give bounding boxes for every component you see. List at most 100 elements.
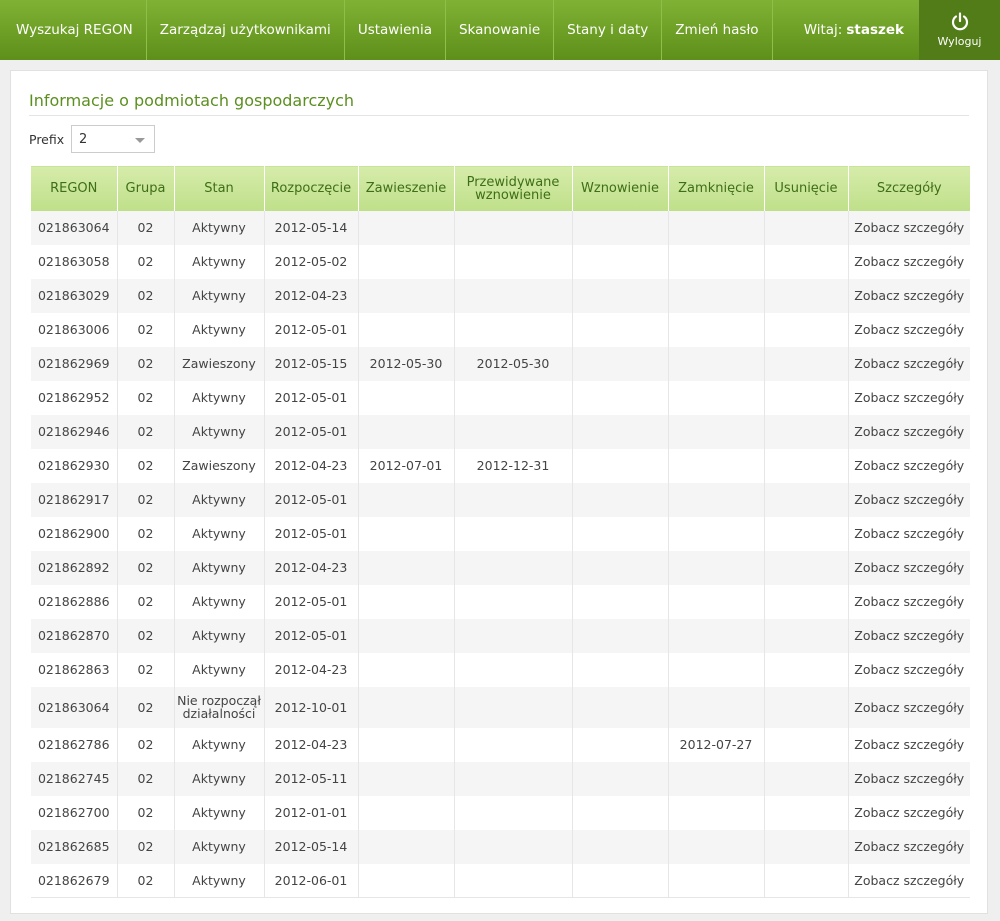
nav-item-zarzadzaj-uzytkownikami[interactable]: Zarządzaj użytkownikami bbox=[147, 0, 345, 60]
cell-zawieszenie bbox=[358, 278, 455, 313]
cell-stan: Aktywny bbox=[174, 414, 265, 449]
prefix-label: Prefix bbox=[29, 132, 65, 147]
cell-zamkniecie bbox=[668, 863, 765, 898]
logout-button[interactable]: Wyloguj bbox=[919, 0, 1000, 60]
cell-usuniecie bbox=[764, 516, 849, 551]
cell-regon: 021862786 bbox=[31, 727, 118, 762]
table-row: 021863029 02 Aktywny 2012-04-23 Zobacz szcze… bbox=[31, 278, 970, 313]
cell-zawieszenie bbox=[358, 863, 455, 898]
page-title: Informacje o podmiotach gospodarczych bbox=[29, 91, 355, 110]
cell-przewidywane-wznowienie bbox=[454, 380, 573, 415]
details-link[interactable]: Zobacz szczegóły bbox=[848, 517, 970, 551]
table-row: 021862892 02 Aktywny 2012-04-23 Zobacz szcze… bbox=[31, 550, 970, 585]
column-header-wznowienie[interactable]: Wznowienie bbox=[572, 166, 669, 211]
cell-usuniecie bbox=[764, 278, 849, 313]
cell-zamkniecie bbox=[668, 210, 765, 245]
cell-regon: 021862745 bbox=[31, 761, 118, 796]
cell-zawieszenie bbox=[358, 482, 455, 517]
cell-zawieszenie bbox=[358, 686, 455, 728]
nav-item-skanowanie[interactable]: Skanowanie bbox=[446, 0, 555, 60]
details-link[interactable]: Zobacz szczegóły bbox=[848, 585, 970, 619]
column-header-rozpoczecie[interactable]: Rozpoczęcie bbox=[264, 166, 359, 211]
cell-regon: 021862969 bbox=[31, 346, 118, 381]
details-link[interactable]: Zobacz szczegóły bbox=[848, 653, 970, 687]
cell-regon: 021863029 bbox=[31, 278, 118, 313]
details-link[interactable]: Zobacz szczegóły bbox=[848, 449, 970, 483]
details-link[interactable]: Zobacz szczegóły bbox=[848, 415, 970, 449]
nav-item-zmien-haslo[interactable]: Zmień hasło bbox=[662, 0, 773, 60]
cell-stan: Aktywny bbox=[174, 550, 265, 585]
cell-przewidywane-wznowienie bbox=[454, 414, 573, 449]
details-link[interactable]: Zobacz szczegóły bbox=[848, 313, 970, 347]
details-link[interactable]: Zobacz szczegóły bbox=[848, 687, 970, 728]
details-link[interactable]: Zobacz szczegóły bbox=[848, 381, 970, 415]
cell-usuniecie bbox=[764, 482, 849, 517]
cell-przewidywane-wznowienie bbox=[454, 863, 573, 898]
cell-stan: Aktywny bbox=[174, 482, 265, 517]
welcome-label: Witaj: bbox=[803, 22, 843, 38]
table-row: 021862900 02 Aktywny 2012-05-01 Zobacz szcze… bbox=[31, 516, 970, 551]
cell-regon: 021862870 bbox=[31, 618, 118, 653]
username: staszek bbox=[846, 22, 904, 38]
cell-grupa: 02 bbox=[117, 312, 175, 347]
details-link[interactable]: Zobacz szczegóły bbox=[848, 245, 970, 279]
cell-zawieszenie bbox=[358, 618, 455, 653]
column-header-zamkniecie[interactable]: Zamknięcie bbox=[668, 166, 765, 211]
table-header-row: REGON Grupa Stan Rozpoczęcie Zawieszenie Prze… bbox=[31, 166, 970, 211]
cell-stan: Aktywny bbox=[174, 727, 265, 762]
details-link[interactable]: Zobacz szczegóły bbox=[848, 728, 970, 762]
cell-przewidywane-wznowienie bbox=[454, 829, 573, 864]
cell-zawieszenie bbox=[358, 829, 455, 864]
column-header-stan[interactable]: Stan bbox=[174, 166, 265, 211]
cell-przewidywane-wznowienie bbox=[454, 652, 573, 687]
cell-grupa: 02 bbox=[117, 414, 175, 449]
cell-rozpoczecie: 2012-05-01 bbox=[264, 618, 359, 653]
cell-wznowienie bbox=[572, 761, 669, 796]
details-link[interactable]: Zobacz szczegóły bbox=[848, 551, 970, 585]
top-navigation-bar: Wyszukaj REGON Zarządzaj użytkownikami U… bbox=[0, 0, 1000, 60]
details-link[interactable]: Zobacz szczegóły bbox=[848, 619, 970, 653]
cell-przewidywane-wznowienie bbox=[454, 686, 573, 728]
details-link[interactable]: Zobacz szczegóły bbox=[848, 483, 970, 517]
cell-zamkniecie bbox=[668, 380, 765, 415]
cell-usuniecie bbox=[764, 346, 849, 381]
details-link[interactable]: Zobacz szczegóły bbox=[848, 347, 970, 381]
cell-rozpoczecie: 2012-04-23 bbox=[264, 448, 359, 483]
column-header-przewidywane-wznowienie[interactable]: Przewidywane wznowienie bbox=[454, 166, 573, 211]
cell-rozpoczecie: 2012-05-01 bbox=[264, 380, 359, 415]
details-link[interactable]: Zobacz szczegóły bbox=[848, 211, 970, 245]
nav-item-ustawienia[interactable]: Ustawienia bbox=[345, 0, 446, 60]
details-link[interactable]: Zobacz szczegóły bbox=[848, 279, 970, 313]
cell-zamkniecie bbox=[668, 618, 765, 653]
column-header-zawieszenie[interactable]: Zawieszenie bbox=[358, 166, 455, 211]
details-link[interactable]: Zobacz szczegóły bbox=[848, 796, 970, 830]
nav-item-stany-i-daty[interactable]: Stany i daty bbox=[554, 0, 663, 60]
details-link[interactable]: Zobacz szczegóły bbox=[848, 830, 970, 864]
table-header: REGON Grupa Stan Rozpoczęcie Zawieszenie Prze… bbox=[31, 166, 970, 211]
table-row: 021862863 02 Aktywny 2012-04-23 Zobacz szcze… bbox=[31, 652, 970, 687]
details-link[interactable]: Zobacz szczegóły bbox=[848, 762, 970, 796]
cell-grupa: 02 bbox=[117, 448, 175, 483]
cell-grupa: 02 bbox=[117, 795, 175, 830]
cell-przewidywane-wznowienie bbox=[454, 761, 573, 796]
column-header-usuniecie[interactable]: Usunięcie bbox=[764, 166, 849, 211]
table-row: 021862917 02 Aktywny 2012-05-01 Zobacz szcze… bbox=[31, 482, 970, 517]
cell-wznowienie bbox=[572, 795, 669, 830]
column-header-regon[interactable]: REGON bbox=[31, 166, 118, 211]
cell-zamkniecie bbox=[668, 652, 765, 687]
cell-zawieszenie bbox=[358, 414, 455, 449]
cell-stan: Aktywny bbox=[174, 312, 265, 347]
cell-rozpoczecie: 2012-05-02 bbox=[264, 244, 359, 279]
column-header-grupa[interactable]: Grupa bbox=[117, 166, 175, 211]
cell-usuniecie bbox=[764, 448, 849, 483]
table-row: 021863006 02 Aktywny 2012-05-01 Zobacz szcze… bbox=[31, 312, 970, 347]
cell-stan: Zawieszony bbox=[174, 448, 265, 483]
cell-wznowienie bbox=[572, 210, 669, 245]
details-link[interactable]: Zobacz szczegóły bbox=[848, 863, 970, 898]
welcome-text: Witaj: staszek bbox=[804, 0, 919, 60]
cell-usuniecie bbox=[764, 795, 849, 830]
column-header-szczegoly[interactable]: Szczegóły bbox=[848, 166, 970, 211]
prefix-select[interactable]: 2 bbox=[71, 125, 155, 153]
nav-item-wyszukaj-regon[interactable]: Wyszukaj REGON bbox=[0, 0, 147, 60]
cell-zawieszenie bbox=[358, 210, 455, 245]
